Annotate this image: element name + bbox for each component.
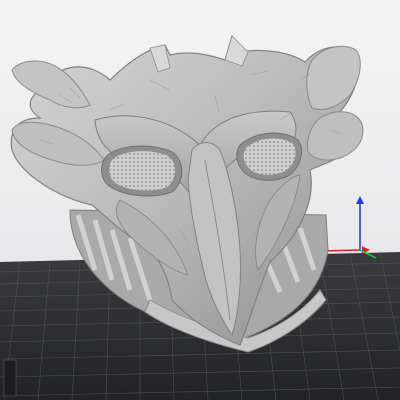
left-eye-mesh (101, 145, 183, 197)
3d-viewport[interactable] (0, 0, 400, 400)
z-axis-arrow-icon (356, 196, 364, 204)
scene-canvas[interactable] (0, 0, 400, 400)
right-eye-mesh (236, 132, 303, 181)
